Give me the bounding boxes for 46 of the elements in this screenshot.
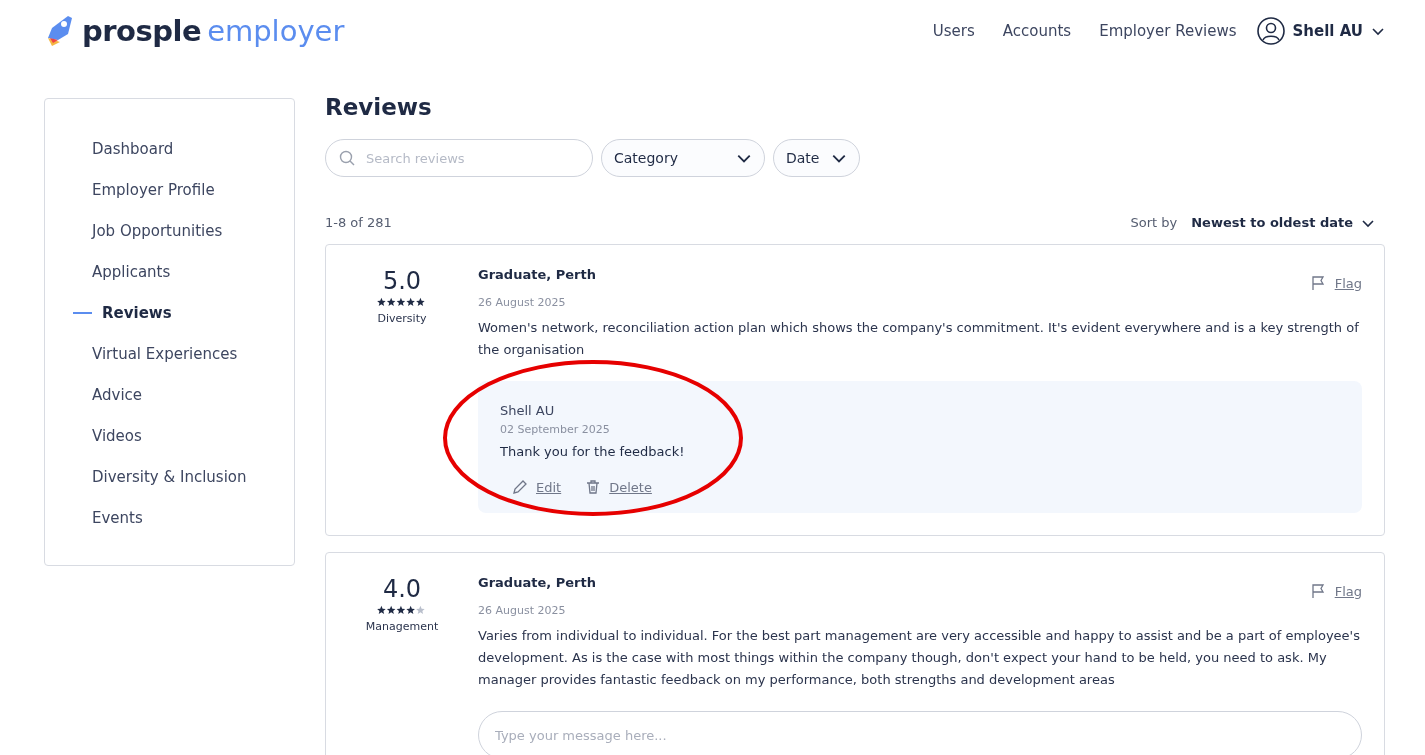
reply-author: Shell AU: [500, 403, 556, 418]
delete-link[interactable]: Delete: [585, 479, 652, 495]
rating-score: 4.0: [382, 575, 422, 603]
edit-link[interactable]: Edit: [512, 479, 562, 495]
review-author: Graduate, Perth: [478, 575, 596, 590]
account-menu[interactable]: Shell AU: [1256, 17, 1385, 45]
page-title: Reviews: [325, 94, 433, 120]
result-count: 1-8 of 281: [325, 215, 392, 230]
sidebar-item[interactable]: Advice: [45, 374, 294, 415]
logo-text: prosple: [82, 14, 202, 48]
sidebar-item[interactable]: Applicants: [45, 251, 294, 292]
flag-link[interactable]: Flag: [1310, 275, 1362, 291]
sidebar-item[interactable]: Videos: [45, 415, 294, 456]
sidebar-item[interactable]: Events: [45, 497, 294, 538]
review-text: Varies from individual to individual. For the best part management are very accessible and happy to assist and be a part of employee's development. As is the case with most things within the company though, don't expect your hand to be held, you need to ask. My manager provides fantastic feedback on my performance, both strengths and development areas: [478, 627, 1361, 689]
sidebar-item[interactable]: Dashboard: [45, 128, 294, 169]
pencil-icon: [512, 479, 528, 495]
trash-icon: [585, 479, 602, 495]
filter-dropdown[interactable]: Category: [601, 139, 765, 177]
sidebar-item[interactable]: Diversity & Inclusion: [45, 456, 294, 497]
sort-dropdown[interactable]: Newest to oldest date: [1191, 215, 1385, 230]
review-date: 26 August 2025: [478, 604, 567, 617]
logo-product-text: employer: [207, 14, 345, 48]
search-field[interactable]: Search reviews: [325, 139, 593, 177]
rating-category: Management: [365, 620, 439, 633]
flag-link[interactable]: Flag: [1310, 583, 1362, 599]
sidebar-item[interactable]: Virtual Experiences: [45, 333, 294, 374]
review-author: Graduate, Perth: [478, 267, 596, 282]
review-date: 26 August 2025: [478, 296, 567, 309]
message-field[interactable]: Type your message here...: [478, 711, 1362, 755]
flag-icon: [1310, 583, 1327, 599]
user-avatar-icon: [1256, 17, 1285, 45]
sidebar-item[interactable]: Employer Profile: [45, 169, 294, 210]
review-text: Women's network, reconciliation action plan which shows the company's commitment. It's evident everywhere and is a key strength of the organisation: [478, 319, 1360, 359]
rating-score: 5.0: [382, 267, 422, 295]
reply-date: 02 September 2025: [500, 423, 611, 436]
flag-icon: [1310, 275, 1327, 291]
filter-dropdown[interactable]: Date: [773, 139, 861, 177]
nav-link[interactable]: Employer Reviews: [1099, 22, 1237, 40]
nav-link[interactable]: Users: [932, 22, 975, 40]
sidebar-item[interactable]: Reviews: [45, 292, 294, 333]
sidebar-item[interactable]: Job Opportunities: [45, 210, 294, 251]
reply-text: Thank you for the feedback!: [500, 444, 686, 459]
rating-category: Diversity: [377, 312, 427, 325]
nav-link[interactable]: Accounts: [1002, 22, 1072, 40]
sort-label: Sort by: [1130, 215, 1178, 230]
